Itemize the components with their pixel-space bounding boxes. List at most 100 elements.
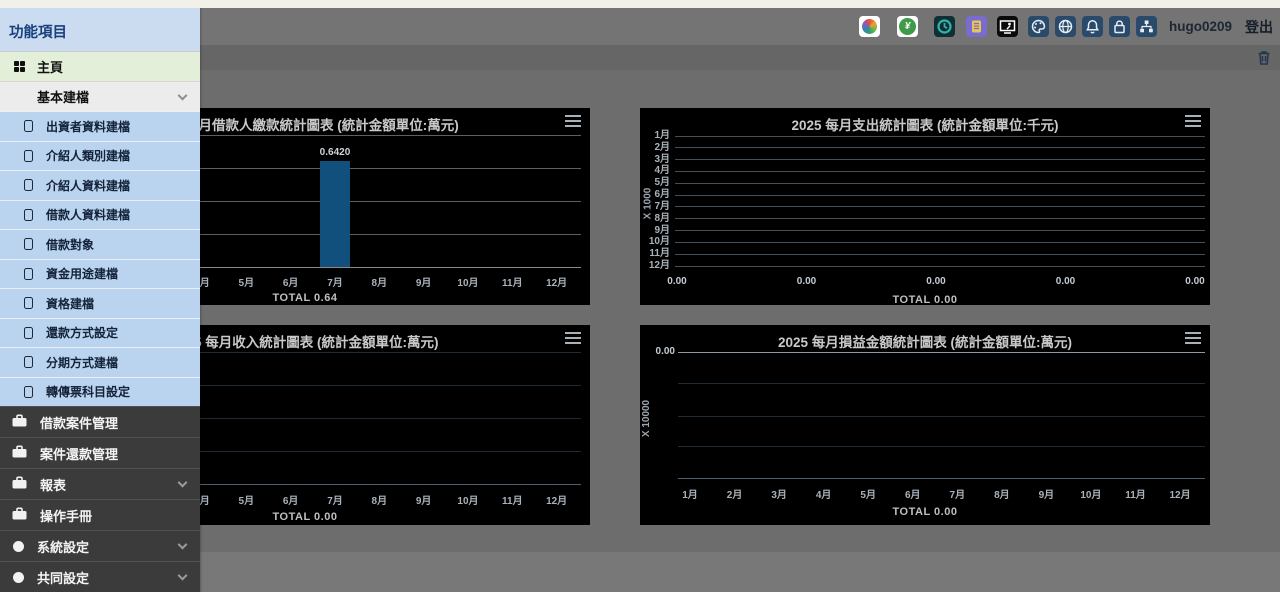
lock-icon[interactable]: [1109, 16, 1130, 37]
logout-link[interactable]: 登出: [1245, 17, 1273, 37]
clock-icon[interactable]: [934, 16, 955, 37]
x-axis-month-label: 8月: [362, 274, 396, 289]
gridline: [675, 266, 1205, 267]
chevron-down-icon: [178, 540, 188, 550]
sitemap-icon[interactable]: [1136, 16, 1157, 37]
circle-icon: [13, 572, 24, 583]
chart-title: 2025 每月支出統計圖表 (統計金額單位:千元): [640, 114, 1210, 134]
x-axis-month-label: 7月: [940, 486, 974, 501]
doc-outline-icon: [24, 297, 33, 309]
x-axis-month-label: 11月: [1119, 486, 1153, 501]
trash-icon[interactable]: [1256, 49, 1272, 66]
x-axis-month-label: 11月: [495, 274, 529, 289]
x-axis-tick: 0.00: [1178, 276, 1212, 287]
doc-outline-icon: [24, 386, 33, 398]
gridline: [675, 254, 1205, 255]
sidebar-item-common-settings[interactable]: 共同設定: [0, 561, 200, 592]
home-grid-icon: [14, 61, 25, 72]
sidebar-title: 功能項目: [0, 8, 200, 51]
x-axis-month-label: 2月: [718, 486, 752, 501]
gridline: [678, 383, 1205, 384]
bar-july[interactable]: [320, 161, 350, 267]
gridline: [678, 416, 1205, 417]
gridline: [675, 195, 1205, 196]
sidebar-item-system-settings[interactable]: 系統設定: [0, 530, 200, 561]
sidebar-group-basic-setup[interactable]: 基本建檔: [0, 81, 200, 111]
gridline: [675, 171, 1205, 172]
scroll-document-icon[interactable]: [966, 16, 987, 37]
briefcase-icon: [11, 506, 28, 524]
chart-menu-icon[interactable]: [565, 332, 581, 344]
x-axis-month-label: 10月: [451, 492, 485, 507]
y-axis-tick: 0.00: [653, 346, 675, 357]
sidebar-item-referrer-data[interactable]: 介紹人資料建檔: [0, 170, 200, 200]
gridline: [675, 183, 1205, 184]
x-axis-month-label: 3月: [762, 486, 796, 501]
x-axis-month-label: 5月: [229, 492, 263, 507]
chart-menu-icon[interactable]: [565, 115, 581, 127]
x-axis-month-label: 12月: [540, 492, 574, 507]
gridline: [675, 230, 1205, 231]
chart-menu-icon[interactable]: [1185, 115, 1201, 127]
sidebar-item-case-repayment-mgmt[interactable]: 案件還款管理: [0, 437, 200, 468]
sidebar-item-borrower-data[interactable]: 借款人資料建檔: [0, 200, 200, 230]
x-axis-month-label: 6月: [274, 274, 308, 289]
sidebar-item-loan-case-mgmt[interactable]: 借款案件管理: [0, 406, 200, 437]
sidebar-item-installment-method[interactable]: 分期方式建檔: [0, 347, 200, 377]
doc-outline-icon: [24, 327, 33, 339]
bar-value-label: 0.6420: [310, 147, 360, 158]
chevron-down-icon: [178, 571, 188, 581]
x-axis-tick: 0.00: [919, 276, 953, 287]
chart-total: TOTAL 0.00: [640, 294, 1210, 306]
sidebar-item-reports[interactable]: 報表: [0, 468, 200, 499]
gridline: [678, 446, 1205, 447]
palette-icon[interactable]: [1028, 16, 1049, 37]
x-axis-tick: 0.00: [660, 276, 694, 287]
chevron-down-icon: [178, 90, 188, 100]
chart-menu-icon[interactable]: [1185, 332, 1201, 344]
doc-outline-icon: [24, 268, 33, 280]
x-axis-month-label: 7月: [318, 492, 352, 507]
x-axis-month-label: 8月: [362, 492, 396, 507]
sidebar-item-loan-target[interactable]: 借款對象: [0, 229, 200, 259]
x-axis-month-label: 7月: [318, 274, 352, 289]
page-top-strip: [0, 0, 1280, 8]
zero-line: [678, 352, 1205, 353]
sidebar-item-home[interactable]: 主頁: [0, 51, 200, 81]
pinwheel-logo-icon[interactable]: [859, 16, 880, 37]
gridline: [675, 147, 1205, 148]
x-axis-month-label: 10月: [1074, 486, 1108, 501]
sidebar-item-fund-usage[interactable]: 資金用途建檔: [0, 259, 200, 289]
username-label: hugo0209: [1169, 19, 1232, 34]
doc-outline-icon: [24, 179, 33, 191]
x-axis-month-label: 9月: [1029, 486, 1063, 501]
chart-title: 2025 每月損益金額統計圖表 (統計金額單位:萬元): [640, 331, 1210, 351]
gridline: [675, 242, 1205, 243]
chart-unit-label: X 10000: [641, 400, 652, 437]
bank-logo-icon[interactable]: ¥: [897, 16, 918, 37]
doc-outline-icon: [24, 356, 33, 368]
circle-icon: [13, 541, 24, 552]
x-axis-month-label: 6月: [896, 486, 930, 501]
sidebar-item-voucher-subject[interactable]: 轉傳票科目設定: [0, 377, 200, 407]
x-axis-tick: 0.00: [790, 276, 824, 287]
x-axis-tick: 0.00: [1049, 276, 1083, 287]
presentation-screen-icon[interactable]: [997, 16, 1018, 37]
gridline: [675, 136, 1205, 137]
sidebar-item-repayment-method[interactable]: 還款方式設定: [0, 318, 200, 348]
chevron-down-icon: [178, 478, 188, 488]
chart-expense-panel: 2025 每月支出統計圖表 (統計金額單位:千元) X 1000 TOTAL 0…: [640, 108, 1210, 305]
sidebar-item-referrer-category[interactable]: 介紹人類別建檔: [0, 141, 200, 171]
sidebar-item-qualification[interactable]: 資格建檔: [0, 288, 200, 318]
x-axis-month-label: 11月: [495, 492, 529, 507]
sidebar: 功能項目 主頁 基本建檔 出資者資料建檔 介紹人類別建檔 介紹人資料建檔 借款人…: [0, 8, 200, 592]
globe-icon[interactable]: [1055, 16, 1076, 37]
sidebar-item-manual[interactable]: 操作手冊: [0, 499, 200, 530]
x-axis-month-label: 5月: [851, 486, 885, 501]
x-axis-month-label: 4月: [807, 486, 841, 501]
sidebar-item-funder-data[interactable]: 出資者資料建檔: [0, 111, 200, 141]
briefcase-icon: [11, 444, 28, 462]
gridline: [675, 206, 1205, 207]
bell-icon[interactable]: [1082, 16, 1103, 37]
x-axis-month-label: 6月: [274, 492, 308, 507]
